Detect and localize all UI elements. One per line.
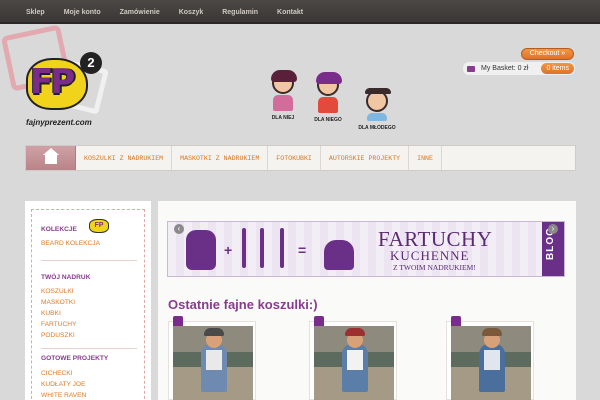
sidebar-divider [41,260,137,261]
top-nav-koszyk[interactable]: Koszyk [179,9,204,16]
girl-avatar-icon [271,70,297,94]
sidebar-item-koszulki[interactable]: KOSZULKI [41,288,74,295]
checkout-button[interactable]: Checkout » [521,48,574,60]
sidebar-divider [41,348,137,349]
basket-label: My Basket: 0 zł [481,65,529,72]
fp-logo-icon: FP [89,219,109,233]
logo-superscript: 2 [80,52,102,74]
boy-avatar-icon [316,72,342,96]
sidebar-title-projekty: GOTOWE PROJEKTY [41,355,109,362]
logo-site-name: fajnyprezent.com [26,118,92,127]
product-card[interactable] [168,316,256,400]
sidebar-item-white-raven[interactable]: WHITE RAVEN [41,392,86,399]
category-label: DLA NIEJ [271,115,295,121]
product-card[interactable] [309,316,397,400]
category-dla-niego[interactable]: DLA NIEGO [303,72,353,123]
top-nav-moje-konto[interactable]: Moje konto [64,9,101,16]
apron-icon [186,230,216,270]
basket-widget[interactable]: My Basket: 0 zł 0 items [463,62,575,75]
home-icon [42,148,59,164]
promo-banner[interactable]: + = FARTUCHY KUCHENNE Z TWOIM NADRUKIEM!… [167,221,565,277]
sidebar-item-maskotki[interactable]: MASKOTKI [41,299,75,306]
home-button[interactable] [26,146,76,170]
nav-maskotki[interactable]: MASKOTKI Z NADRUKIEM [172,146,269,170]
banner-prev-arrow-icon[interactable]: ‹ [174,224,184,234]
sidebar-frame: KOLEKCJE FP BEARD KOLEKCJA TWÓJ NADRUK K… [31,209,145,400]
sidebar-title-kolekcje: KOLEKCJE [41,226,77,233]
top-nav: Sklep Moje konto Zamówienie Koszyk Regul… [0,0,600,24]
banner-illustration: + = [186,228,356,272]
banner-tagline: Z TWOIM NADRUKIEM! [393,263,476,272]
category-dla-mlodego[interactable]: DLA MŁODEGO [352,88,402,131]
top-nav-regulamin[interactable]: Regulamin [222,9,258,16]
sidebar: KOLEKCJE FP BEARD KOLEKCJA TWÓJ NADRUK K… [25,201,151,400]
sidebar-item-kubki[interactable]: KUBKI [41,310,61,317]
ladle-icon [260,228,264,268]
nav-autorskie-projekty[interactable]: AUTORSKIE PROJEKTY [321,146,410,170]
section-heading: Ostatnie fajne koszulki:) [168,297,318,312]
product-photo [173,326,253,400]
spatula-icon [280,228,284,268]
logo-text: FP [30,62,75,102]
banner-next-arrow-icon[interactable]: › [548,224,558,234]
nav-koszulki[interactable]: KOSZULKI Z NADRUKIEM [76,146,173,170]
product-photo [451,326,531,400]
top-bar: Sklep Moje konto Zamówienie Koszyk Regul… [0,0,600,24]
sidebar-item-cichecki[interactable]: CICHECKI [41,370,73,377]
category-label: DLA NIEGO [314,117,342,123]
sidebar-item-fartuchy[interactable]: FARTUCHY [41,321,76,328]
top-nav-kontakt[interactable]: Kontakt [277,9,303,16]
banner-subtitle: KUCHENNE [390,248,470,263]
top-nav-zamowienie[interactable]: Zamówienie [120,9,160,16]
category-dla-niej[interactable]: DLA NIEJ [258,70,308,121]
product-photo [314,326,394,400]
product-card[interactable] [446,316,534,400]
nav-inne[interactable]: INNE [409,146,442,170]
main-nav: KOSZULKI Z NADRUKIEM MASKOTKI Z NADRUKIE… [25,145,576,171]
sidebar-item-kudlaty-joe[interactable]: KUDŁATY JOE [41,381,85,388]
fork-icon [242,228,246,268]
site-logo[interactable]: FP 2 fajnyprezent.com [0,22,120,134]
main-content: + = FARTUCHY KUCHENNE Z TWOIM NADRUKIEM!… [158,201,576,400]
nav-fotokubki[interactable]: FOTOKUBKI [268,146,321,170]
sidebar-title-nadruk: TWÓJ NADRUK [41,274,91,281]
sidebar-item-poduszki[interactable]: PODUSZKI [41,332,75,339]
sidebar-item-beard-kolekcja[interactable]: BEARD KOLEKCJA [41,240,100,247]
top-nav-sklep[interactable]: Sklep [26,9,45,16]
baby-avatar-icon [365,88,391,112]
category-label: DLA MŁODEGO [358,125,396,131]
cupcake-icon [324,240,354,270]
basket-icon [467,65,475,72]
basket-items-button[interactable]: 0 items [541,63,574,74]
